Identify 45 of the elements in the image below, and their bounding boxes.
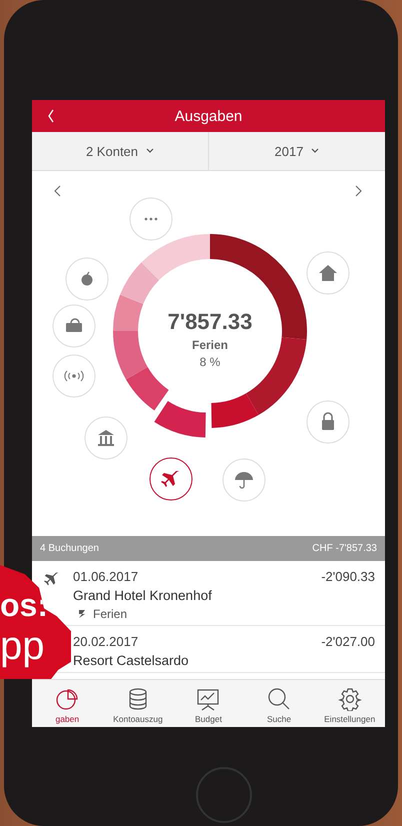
donut-segment <box>126 367 169 410</box>
tab[interactable]: Kontoauszug <box>102 680 174 727</box>
booking-count: 4 Buchungen <box>40 543 99 554</box>
total-amount: 7'857.33 <box>168 309 252 334</box>
booking-date: 01.06.2017 <box>73 569 140 584</box>
filter-dropdown[interactable]: 2017 <box>208 132 385 170</box>
booking-name: Resort Castelsardo <box>73 653 190 668</box>
next-button[interactable] <box>356 186 362 196</box>
share-label: 8 % <box>200 355 220 369</box>
house-icon <box>319 265 337 281</box>
pie-chart-icon <box>55 687 80 711</box>
filter-dropdown[interactable]: 2 Konten <box>32 132 208 170</box>
booking-row[interactable]: 01.06.2017 -2'090.33 Grand Hotel Kronenhof Ferien <box>73 561 385 625</box>
signal-icon <box>64 370 84 382</box>
screen-title: Ausgaben <box>174 108 244 124</box>
total-label: CHF -7'857.33 <box>312 543 377 554</box>
donut-segment <box>113 331 148 380</box>
donut-segment <box>154 400 206 438</box>
settings-icon <box>338 687 362 711</box>
booking-row[interactable]: 20.02.2017 -2'027.00 Resort Castelsardo <box>73 626 385 672</box>
booking-date: 20.02.2017 <box>73 634 140 649</box>
badge-text: pp <box>0 624 44 668</box>
badge-text: os: <box>0 588 48 624</box>
donut-segment <box>113 294 144 331</box>
apple-icon <box>82 272 92 286</box>
booking-name: Grand Hotel Kronenhof <box>73 588 213 603</box>
tab[interactable]: Suche <box>244 680 314 727</box>
previous-button[interactable] <box>54 186 60 196</box>
chart-board-icon <box>196 687 220 711</box>
plane-icon <box>161 471 179 487</box>
chevron-down-icon <box>311 148 320 154</box>
chevron-down-icon <box>146 148 154 154</box>
category-label: Ferien <box>192 338 228 352</box>
tab[interactable]: gaben <box>32 680 103 727</box>
search-icon <box>267 687 292 711</box>
bank-icon <box>98 430 114 446</box>
umbrella-icon <box>235 472 253 489</box>
booking-amount: -2'027.00 <box>321 634 375 649</box>
booking-amount: -2'090.33 <box>321 569 375 584</box>
tab[interactable]: Budget <box>173 680 244 727</box>
lock-icon <box>322 412 334 430</box>
more-icon <box>144 218 158 220</box>
category-button[interactable] <box>150 458 192 500</box>
booking-tag: Ferien <box>93 607 128 621</box>
tab[interactable]: Einstellungen <box>314 680 385 727</box>
